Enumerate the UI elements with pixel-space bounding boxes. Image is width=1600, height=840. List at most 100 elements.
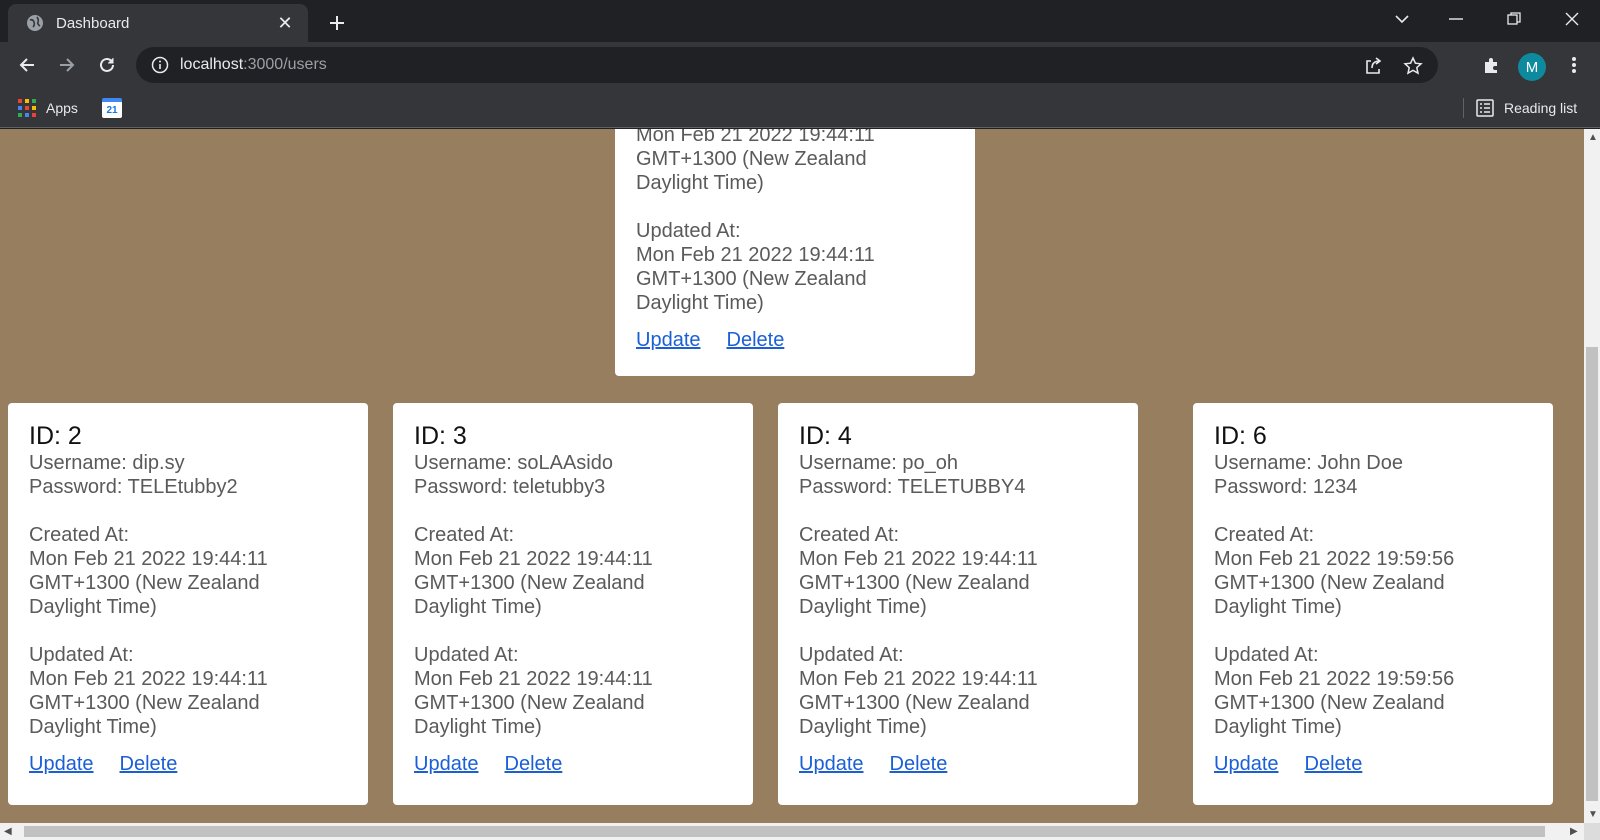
delete-link[interactable]: Delete — [505, 752, 563, 776]
scroll-up-arrow-icon[interactable]: ▲ — [1588, 132, 1598, 143]
created-at-value-line3: Daylight Time) — [29, 596, 157, 618]
bookmark-apps-label: Apps — [46, 100, 78, 116]
user-card: ID: 2 Username: dip.sy Password: TELEtub… — [8, 403, 368, 805]
reading-list-button[interactable]: Reading list — [1476, 96, 1577, 120]
created-at-label: Created At: — [1214, 524, 1315, 546]
tab-search-icon[interactable] — [1374, 0, 1430, 38]
horizontal-scrollbar[interactable]: ◀ ▶ — [0, 823, 1584, 840]
user-card: ID: 6 Username: John Doe Password: 1234 … — [1193, 403, 1553, 805]
update-link[interactable]: Update — [1214, 752, 1279, 776]
password: Password: 1234 — [1214, 476, 1358, 498]
bookmark-apps[interactable]: Apps — [18, 96, 78, 120]
created-at-value-line3: Daylight Time) — [1214, 596, 1342, 618]
created-at-value: Mon Feb 21 2022 19:44:11 — [636, 129, 875, 146]
username: Username: soLAAsido — [414, 452, 613, 474]
updated-at-value: Mon Feb 21 2022 19:44:11 — [636, 244, 875, 266]
bookmarks-bar: Apps 21 Reading list — [0, 88, 1600, 128]
update-link[interactable]: Update — [799, 752, 864, 776]
forward-arrow-icon[interactable] — [49, 47, 85, 83]
user-card: ID: 4 Username: po_oh Password: TELETUBB… — [778, 403, 1138, 805]
delete-link[interactable]: Delete — [727, 328, 785, 352]
updated-at-value: Mon Feb 21 2022 19:44:11 — [799, 668, 1038, 690]
page-content[interactable]: Mon Feb 21 2022 19:44:11 GMT+1300 (New Z… — [0, 129, 1584, 823]
created-at-value-line3: Daylight Time) — [799, 596, 927, 618]
horizontal-scroll-thumb[interactable] — [24, 826, 1545, 837]
apps-grid-icon — [18, 99, 36, 117]
minimize-button[interactable] — [1428, 0, 1484, 38]
scroll-right-arrow-icon[interactable]: ▶ — [1570, 826, 1578, 837]
bookmark-calendar[interactable]: 21 — [102, 96, 122, 120]
updated-at-label: Updated At: — [636, 220, 741, 242]
user-card: ID: 3 Username: soLAAsido Password: tele… — [393, 403, 753, 805]
profile-avatar[interactable]: M — [1518, 53, 1546, 81]
updated-at-value-line2: GMT+1300 (New Zealand — [799, 692, 1030, 714]
created-at-label: Created At: — [414, 524, 515, 546]
updated-at-value: Mon Feb 21 2022 19:59:56 — [1214, 668, 1455, 690]
username: Username: dip.sy — [29, 452, 185, 474]
password: Password: TELEtubby2 — [29, 476, 238, 498]
created-at-label: Created At: — [29, 524, 130, 546]
created-at-value: Mon Feb 21 2022 19:44:11 — [799, 548, 1038, 570]
updated-at-label: Updated At: — [799, 644, 904, 666]
close-tab-icon[interactable]: ✕ — [274, 12, 296, 34]
delete-link[interactable]: Delete — [890, 752, 948, 776]
updated-at-value-line3: Daylight Time) — [1214, 716, 1342, 738]
created-at-value-line3: Daylight Time) — [414, 596, 542, 618]
browser-toolbar: localhost:3000/users — [0, 42, 1600, 88]
created-at-value-line2: GMT+1300 (New Zealand — [636, 148, 867, 170]
update-link[interactable]: Update — [29, 752, 94, 776]
globe-icon — [26, 14, 44, 32]
url-path: :3000/users — [243, 56, 327, 73]
updated-at-label: Updated At: — [414, 644, 519, 666]
scroll-down-arrow-icon[interactable]: ▼ — [1588, 809, 1598, 820]
updated-at-value-line2: GMT+1300 (New Zealand — [29, 692, 260, 714]
restore-button[interactable] — [1486, 0, 1542, 38]
update-link[interactable]: Update — [414, 752, 479, 776]
user-id: ID: 2 — [29, 422, 82, 450]
created-at-value: Mon Feb 21 2022 19:44:11 — [414, 548, 653, 570]
extensions-puzzle-icon[interactable] — [1474, 47, 1510, 83]
username: Username: John Doe — [1214, 452, 1403, 474]
created-at-value-line3: Daylight Time) — [636, 172, 764, 194]
created-at-value-line2: GMT+1300 (New Zealand — [799, 572, 1030, 594]
created-at-value: Mon Feb 21 2022 19:44:11 — [29, 548, 268, 570]
reading-list-label: Reading list — [1504, 100, 1578, 116]
updated-at-value-line3: Daylight Time) — [29, 716, 157, 738]
share-icon[interactable] — [1362, 55, 1384, 77]
updated-at-value-line3: Daylight Time) — [414, 716, 542, 738]
updated-at-value: Mon Feb 21 2022 19:44:11 — [29, 668, 268, 690]
updated-at-value-line3: Daylight Time) — [636, 292, 764, 314]
created-at-value-line2: GMT+1300 (New Zealand — [414, 572, 645, 594]
vertical-scroll-thumb[interactable] — [1586, 347, 1598, 801]
scroll-left-arrow-icon[interactable]: ◀ — [4, 826, 12, 837]
vertical-scrollbar[interactable]: ▲ ▼ — [1584, 129, 1600, 823]
address-bar[interactable]: localhost:3000/users — [136, 47, 1438, 83]
user-id: ID: 4 — [799, 422, 852, 450]
scrollbar-corner — [1584, 823, 1600, 840]
back-arrow-icon[interactable] — [9, 47, 45, 83]
updated-at-label: Updated At: — [29, 644, 134, 666]
updated-at-value-line2: GMT+1300 (New Zealand — [414, 692, 645, 714]
username: Username: po_oh — [799, 452, 958, 474]
browser-titlebar: Dashboard ✕ — [0, 0, 1600, 42]
kebab-menu-icon[interactable] — [1556, 47, 1592, 83]
delete-link[interactable]: Delete — [120, 752, 178, 776]
close-window-button[interactable] — [1544, 0, 1600, 38]
reading-list-icon — [1476, 99, 1494, 117]
delete-link[interactable]: Delete — [1305, 752, 1363, 776]
update-link[interactable]: Update — [636, 328, 701, 352]
user-id: ID: 3 — [414, 422, 467, 450]
user-id: ID: 6 — [1214, 422, 1267, 450]
updated-at-value: Mon Feb 21 2022 19:44:11 — [414, 668, 653, 690]
site-info-icon[interactable] — [150, 55, 170, 75]
bookmark-star-icon[interactable] — [1402, 55, 1424, 77]
reload-icon[interactable] — [89, 47, 125, 83]
password: Password: TELETUBBY4 — [799, 476, 1026, 498]
updated-at-label: Updated At: — [1214, 644, 1319, 666]
bookmarks-divider — [1463, 98, 1464, 118]
user-card-partial: Mon Feb 21 2022 19:44:11 GMT+1300 (New Z… — [615, 129, 975, 376]
tab-dashboard[interactable]: Dashboard ✕ — [8, 4, 308, 42]
new-tab-button[interactable] — [322, 8, 352, 38]
created-at-value-line2: GMT+1300 (New Zealand — [1214, 572, 1445, 594]
password: Password: teletubby3 — [414, 476, 606, 498]
